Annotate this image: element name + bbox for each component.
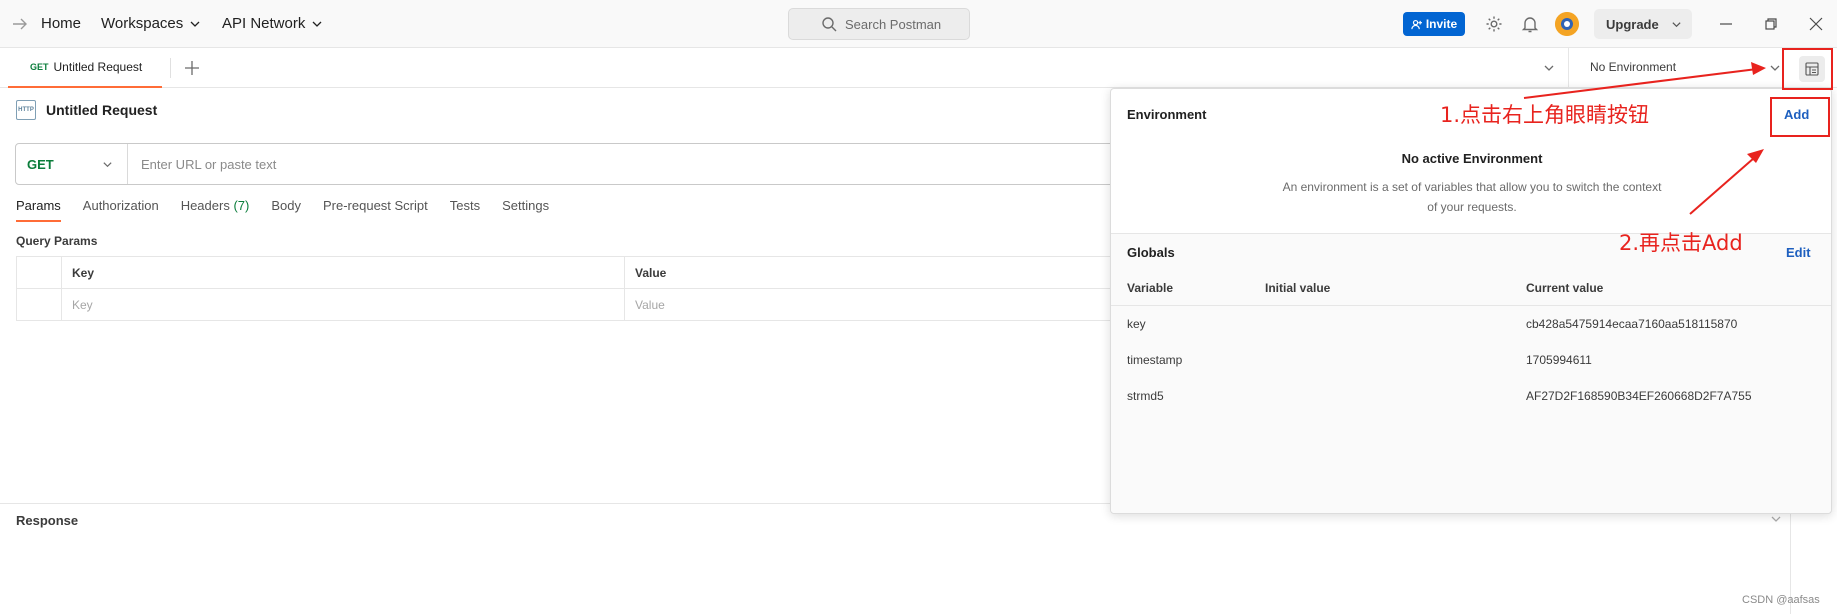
variable-current: 1705994611 xyxy=(1526,353,1592,367)
tab-tests[interactable]: Tests xyxy=(450,198,480,222)
nav-workspaces[interactable]: Workspaces xyxy=(101,15,201,32)
search-postman[interactable]: Search Postman xyxy=(788,8,970,40)
chevron-down-icon xyxy=(312,21,322,27)
url-input[interactable] xyxy=(128,144,1159,184)
environment-quick-look-panel: Environment Add No active Environment An… xyxy=(1110,88,1832,514)
environment-selector[interactable]: No Environment xyxy=(1590,60,1676,74)
avatar[interactable] xyxy=(1555,12,1579,36)
annotation-step2: 2.再点击Add xyxy=(1619,231,1743,255)
chevron-down-icon xyxy=(103,162,112,168)
query-params-label: Query Params xyxy=(16,234,98,248)
column-header-current: Current value xyxy=(1526,281,1604,295)
http-icon: HTTP xyxy=(16,100,36,120)
chevron-down-icon[interactable] xyxy=(1770,513,1782,525)
annotation-box-eye xyxy=(1782,48,1833,90)
tab-headers[interactable]: Headers (7) xyxy=(181,198,250,222)
search-placeholder: Search Postman xyxy=(845,16,942,32)
variable-name: timestamp xyxy=(1127,353,1183,367)
value-cell-input[interactable]: Value xyxy=(624,288,1161,321)
no-environment-title: No active Environment xyxy=(1401,151,1543,166)
watermark: CSDN @aafsas xyxy=(1742,594,1820,606)
avatar-icon xyxy=(1555,12,1579,36)
request-subtabs: Params Authorization Headers (7) Body Pr… xyxy=(16,198,571,222)
column-header-variable: Variable xyxy=(1127,281,1174,295)
query-params-table: Key Value Key Value xyxy=(16,256,1161,321)
tab-pre-request-script[interactable]: Pre-request Script xyxy=(323,198,428,222)
tab-title: Untitled Request xyxy=(53,60,143,74)
request-title-row: HTTP Untitled Request xyxy=(16,100,157,120)
add-user-icon xyxy=(1411,19,1422,29)
close-icon[interactable] xyxy=(1806,14,1826,34)
checkbox-column xyxy=(16,256,62,289)
response-label[interactable]: Response xyxy=(16,513,78,528)
headers-count: (7) xyxy=(233,198,250,213)
column-header-key: Key xyxy=(61,256,625,289)
chevron-down-icon[interactable] xyxy=(1769,62,1781,74)
key-cell-input[interactable]: Key xyxy=(61,288,625,321)
plus-icon[interactable] xyxy=(183,59,201,77)
row-checkbox[interactable] xyxy=(16,288,62,321)
tab-params[interactable]: Params xyxy=(16,198,61,222)
variable-name: strmd5 xyxy=(1127,389,1164,403)
nav-home[interactable]: Home xyxy=(41,15,81,32)
minimize-icon[interactable] xyxy=(1716,14,1736,34)
method-select[interactable]: GET xyxy=(16,144,128,184)
column-header-value: Value xyxy=(624,256,1161,289)
chevron-down-icon xyxy=(1672,22,1681,28)
tab-settings[interactable]: Settings xyxy=(502,198,549,222)
variable-current: AF27D2F168590B34EF260668D2F7A755 xyxy=(1526,389,1752,403)
annotation-step1: 1.点击右上角眼睛按钮 xyxy=(1440,103,1650,127)
tabs-bar: GET Untitled Request No Environment xyxy=(0,48,1837,88)
column-header-initial: Initial value xyxy=(1265,281,1331,295)
tab-untitled-request[interactable]: GET Untitled Request xyxy=(8,48,162,88)
nav-api-network[interactable]: API Network xyxy=(222,15,323,32)
edit-globals-button[interactable]: Edit xyxy=(1786,245,1811,260)
page-title[interactable]: Untitled Request xyxy=(46,102,157,118)
divider xyxy=(1568,48,1569,88)
gear-icon[interactable] xyxy=(1484,14,1504,34)
url-bar: GET xyxy=(15,143,1160,185)
table-row: Key Value xyxy=(16,288,1161,321)
divider xyxy=(170,58,171,78)
annotation-box-add xyxy=(1770,97,1830,137)
tab-authorization[interactable]: Authorization xyxy=(83,198,159,222)
tab-body[interactable]: Body xyxy=(271,198,301,222)
chevron-down-icon[interactable] xyxy=(1543,62,1555,74)
globals-heading: Globals xyxy=(1127,245,1175,260)
divider xyxy=(1111,305,1831,306)
invite-button[interactable]: Invite xyxy=(1403,12,1465,36)
no-environment-description: An environment is a set of variables tha… xyxy=(1282,180,1662,214)
search-icon xyxy=(822,17,837,32)
chevron-down-icon xyxy=(190,21,200,27)
top-header: Home Workspaces API Network Search Postm… xyxy=(0,0,1837,48)
arrow-right-icon[interactable] xyxy=(10,14,30,34)
upgrade-button[interactable]: Upgrade xyxy=(1594,9,1692,39)
restore-icon[interactable] xyxy=(1761,14,1781,34)
variable-name: key xyxy=(1127,317,1146,331)
table-header-row: Key Value xyxy=(16,256,1161,289)
tab-headers-label: Headers xyxy=(180,198,230,213)
environment-heading: Environment xyxy=(1127,107,1207,122)
tab-method: GET xyxy=(30,62,49,72)
variable-current: cb428a5475914ecaa7160aa518115870 xyxy=(1526,317,1738,331)
bell-icon[interactable] xyxy=(1520,14,1540,34)
globals-section: Globals Edit Variable Initial value Curr… xyxy=(1111,233,1831,513)
